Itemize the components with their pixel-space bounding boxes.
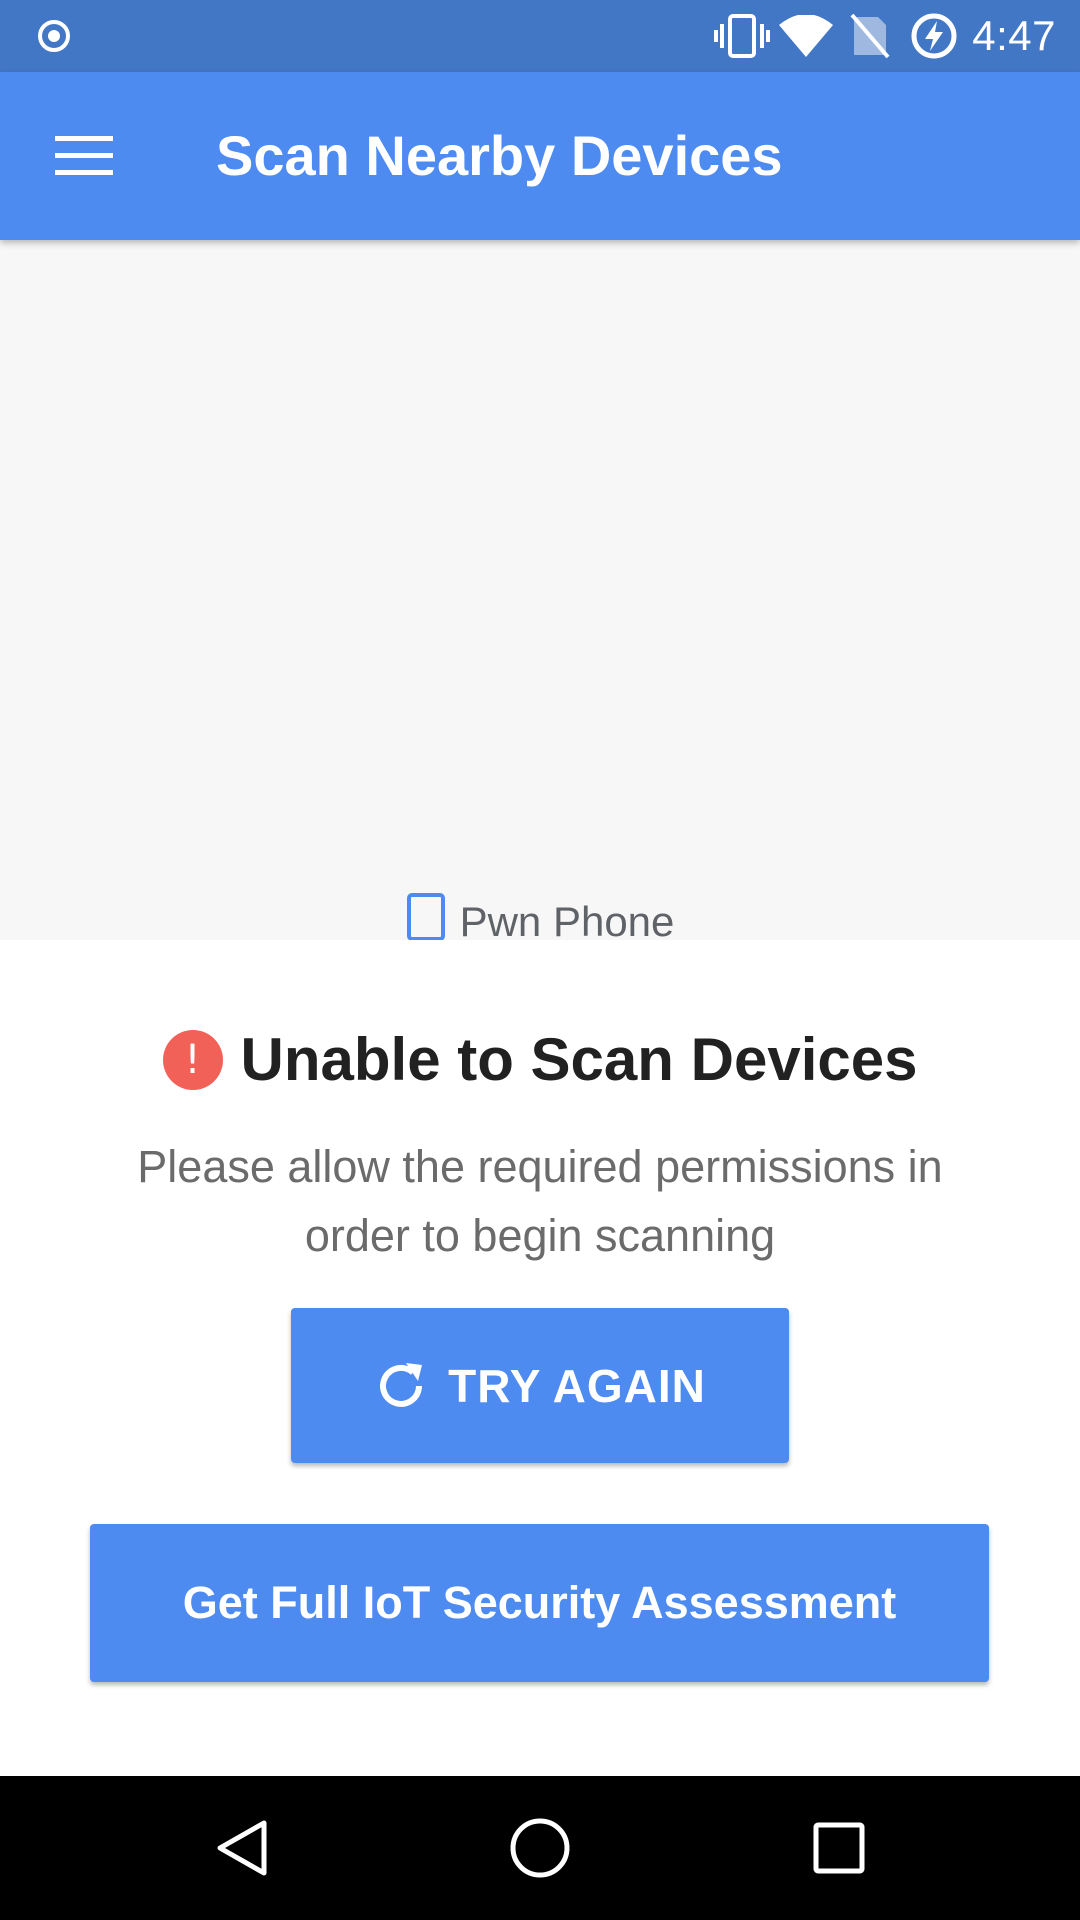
error-heading: ! Unable to Scan Devices [0, 1024, 1080, 1096]
home-icon[interactable] [504, 1812, 576, 1884]
page-title: Scan Nearby Devices [216, 124, 783, 187]
battery-charging-icon [906, 10, 962, 62]
error-icon: ! [162, 1030, 223, 1090]
scan-area: Pwn Phone [0, 240, 1080, 940]
security-assessment-button[interactable]: Get Full IoT Security Assessment [90, 1524, 989, 1682]
status-icons: 4:47 [706, 10, 1056, 62]
error-title: Unable to Scan Devices [240, 1026, 918, 1093]
permission-error-panel: ! Unable to Scan Devices Please allow th… [0, 940, 1080, 1776]
device-item[interactable]: Pwn Phone [0, 890, 1080, 940]
app-bar: Scan Nearby Devices [0, 72, 1080, 240]
device-label: Pwn Phone [459, 898, 675, 940]
phone-outline-icon [406, 892, 446, 940]
hamburger-menu-icon[interactable] [38, 116, 130, 196]
record-indicator-icon [36, 18, 72, 54]
status-time: 4:47 [972, 12, 1056, 59]
try-again-label: TRY AGAIN [448, 1359, 706, 1412]
error-message: Please allow the required permissions in… [137, 1141, 943, 1261]
system-nav-bar [0, 1776, 1080, 1920]
refresh-icon [374, 1359, 428, 1413]
back-icon[interactable] [206, 1812, 278, 1884]
vibrate-icon [714, 10, 771, 62]
try-again-button[interactable]: TRY AGAIN [291, 1308, 789, 1463]
status-bar: 4:47 [0, 0, 1080, 72]
recents-icon[interactable] [803, 1812, 875, 1884]
no-sim-icon [842, 10, 898, 62]
wifi-icon [778, 10, 834, 62]
